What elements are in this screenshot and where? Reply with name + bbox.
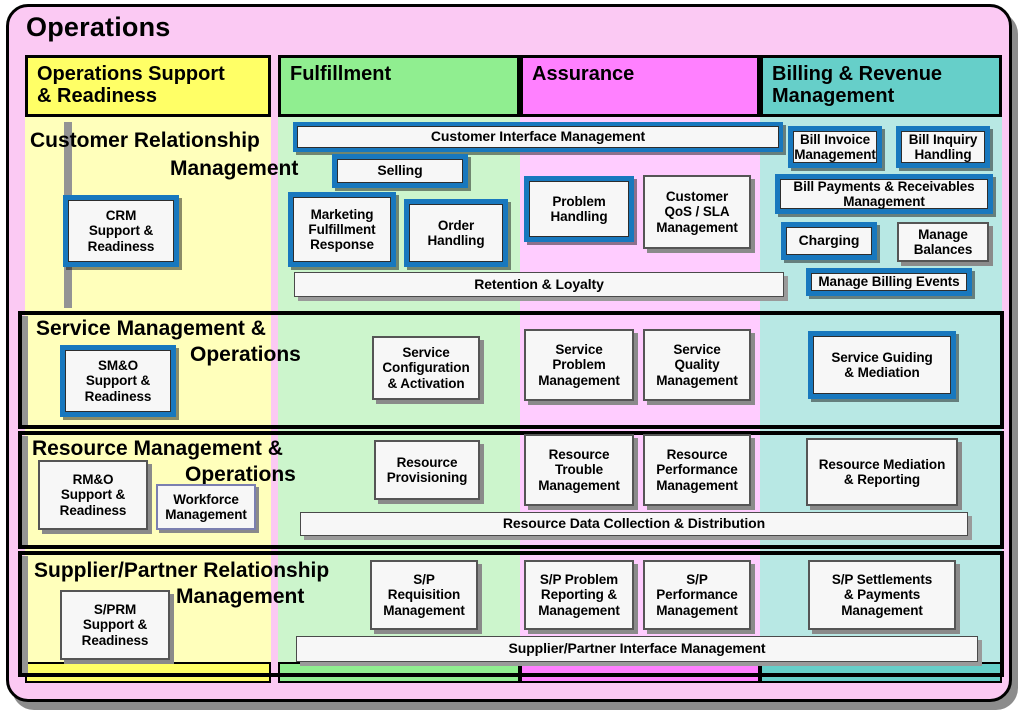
box-marketing-fulfillment-response-label: Marketing Fulfillment Response bbox=[293, 197, 391, 262]
box-bill-invoice-management-label: Bill Invoice Management bbox=[793, 131, 877, 163]
etom-operations-diagram: Operations Operations Support & Readines… bbox=[0, 0, 1024, 714]
box-service-guiding-mediation[interactable]: Service Guiding & Mediation bbox=[808, 331, 956, 399]
box-resource-mediation-reporting-label: Resource Mediation & Reporting bbox=[818, 456, 946, 487]
box-crm-support-readiness[interactable]: CRM Support & Readiness bbox=[63, 195, 179, 267]
box-marketing-fulfillment-response[interactable]: Marketing Fulfillment Response bbox=[288, 192, 396, 267]
box-resource-performance-management-label: Resource Performance Management bbox=[656, 447, 738, 493]
box-crm-support-readiness-label: CRM Support & Readiness bbox=[68, 200, 174, 262]
column-label-fulfillment: Fulfillment bbox=[290, 63, 392, 85]
box-manage-balances-label: Manage Balances bbox=[913, 226, 973, 257]
box-smo-support-readiness[interactable]: SM&O Support & Readiness bbox=[60, 345, 176, 417]
box-manage-billing-events-label: Manage Billing Events bbox=[811, 273, 967, 291]
box-customer-interface-management-label: Customer Interface Management bbox=[297, 126, 779, 148]
column-header-fulfillment: Fulfillment bbox=[278, 55, 520, 117]
column-label-osr: Operations Support & Readiness bbox=[37, 63, 225, 107]
box-supplier-partner-interface-management-label: Supplier/Partner Interface Management bbox=[508, 640, 766, 657]
box-smo-support-readiness-label: SM&O Support & Readiness bbox=[65, 350, 171, 412]
box-resource-provisioning-label: Resource Provisioning bbox=[386, 454, 468, 485]
box-retention-loyalty-label: Retention & Loyalty bbox=[474, 275, 604, 292]
box-problem-handling-label: Problem Handling bbox=[529, 181, 629, 237]
box-selling[interactable]: Selling bbox=[332, 154, 468, 188]
box-problem-handling[interactable]: Problem Handling bbox=[524, 176, 634, 242]
box-service-quality-management-label: Service Quality Management bbox=[656, 342, 738, 388]
box-supplier-partner-interface-management[interactable]: Supplier/Partner Interface Management bbox=[296, 636, 978, 662]
box-sp-problem-reporting-management-label: S/P Problem Reporting & Management bbox=[538, 572, 620, 618]
box-sp-performance-management[interactable]: S/P Performance Management bbox=[643, 560, 751, 630]
box-order-handling[interactable]: Order Handling bbox=[404, 199, 508, 267]
box-sp-problem-reporting-management[interactable]: S/P Problem Reporting & Management bbox=[524, 560, 634, 630]
box-customer-interface-management[interactable]: Customer Interface Management bbox=[293, 122, 783, 152]
box-bill-inquiry-handling[interactable]: Bill Inquiry Handling bbox=[896, 126, 990, 168]
box-charging[interactable]: Charging bbox=[781, 222, 877, 260]
column-header-billing: Billing & Revenue Management bbox=[760, 55, 1002, 117]
box-resource-provisioning[interactable]: Resource Provisioning bbox=[374, 440, 480, 500]
box-rmo-support-readiness[interactable]: RM&O Support & Readiness bbox=[38, 460, 148, 530]
box-bill-payments-receivables-management[interactable]: Bill Payments & Receivables Management bbox=[775, 174, 993, 214]
box-service-configuration-activation-label: Service Configuration & Activation bbox=[382, 345, 470, 391]
box-service-problem-management-label: Service Problem Management bbox=[538, 342, 620, 388]
box-order-handling-label: Order Handling bbox=[409, 204, 503, 262]
box-sp-settlements-payments-management-label: S/P Settlements & Payments Management bbox=[831, 572, 933, 618]
box-resource-data-collection-distribution[interactable]: Resource Data Collection & Distribution bbox=[300, 512, 968, 536]
column-label-billing: Billing & Revenue Management bbox=[772, 63, 943, 107]
box-rmo-support-readiness-label: RM&O Support & Readiness bbox=[59, 472, 127, 518]
box-resource-mediation-reporting[interactable]: Resource Mediation & Reporting bbox=[806, 438, 958, 506]
box-bill-invoice-management[interactable]: Bill Invoice Management bbox=[788, 126, 882, 168]
box-sprm-support-readiness-label: S/PRM Support & Readiness bbox=[81, 602, 149, 648]
box-customer-qos-sla-management-label: Customer QoS / SLA Management bbox=[656, 189, 738, 235]
box-manage-billing-events[interactable]: Manage Billing Events bbox=[806, 268, 972, 296]
box-bill-inquiry-handling-label: Bill Inquiry Handling bbox=[901, 131, 985, 163]
box-resource-trouble-management-label: Resource Trouble Management bbox=[538, 447, 620, 493]
box-sp-requisition-management[interactable]: S/P Requisition Management bbox=[370, 560, 478, 630]
box-manage-balances[interactable]: Manage Balances bbox=[897, 222, 989, 262]
page-title: Operations bbox=[26, 12, 171, 42]
box-sp-requisition-management-label: S/P Requisition Management bbox=[383, 572, 465, 618]
box-retention-loyalty[interactable]: Retention & Loyalty bbox=[294, 272, 784, 297]
column-label-assurance: Assurance bbox=[532, 63, 635, 85]
box-service-guiding-mediation-label: Service Guiding & Mediation bbox=[813, 336, 951, 394]
box-sp-settlements-payments-management[interactable]: S/P Settlements & Payments Management bbox=[808, 560, 956, 630]
box-service-problem-management[interactable]: Service Problem Management bbox=[524, 329, 634, 401]
box-resource-trouble-management[interactable]: Resource Trouble Management bbox=[524, 434, 634, 506]
box-workforce-management-label: Workforce Management bbox=[165, 491, 247, 522]
box-customer-qos-sla-management[interactable]: Customer QoS / SLA Management bbox=[643, 175, 751, 249]
box-resource-performance-management[interactable]: Resource Performance Management bbox=[643, 434, 751, 506]
box-resource-data-collection-distribution-label: Resource Data Collection & Distribution bbox=[502, 515, 766, 532]
box-sp-performance-management-label: S/P Performance Management bbox=[656, 572, 738, 618]
box-sprm-support-readiness[interactable]: S/PRM Support & Readiness bbox=[60, 590, 170, 660]
box-selling-label: Selling bbox=[337, 159, 463, 183]
column-header-osr: Operations Support & Readiness bbox=[25, 55, 271, 117]
box-service-configuration-activation[interactable]: Service Configuration & Activation bbox=[372, 336, 480, 400]
box-service-quality-management[interactable]: Service Quality Management bbox=[643, 329, 751, 401]
box-bill-payments-receivables-management-label: Bill Payments & Receivables Management bbox=[780, 179, 988, 209]
column-header-assurance: Assurance bbox=[520, 55, 760, 117]
box-workforce-management[interactable]: Workforce Management bbox=[156, 484, 256, 530]
box-charging-label: Charging bbox=[786, 227, 872, 255]
